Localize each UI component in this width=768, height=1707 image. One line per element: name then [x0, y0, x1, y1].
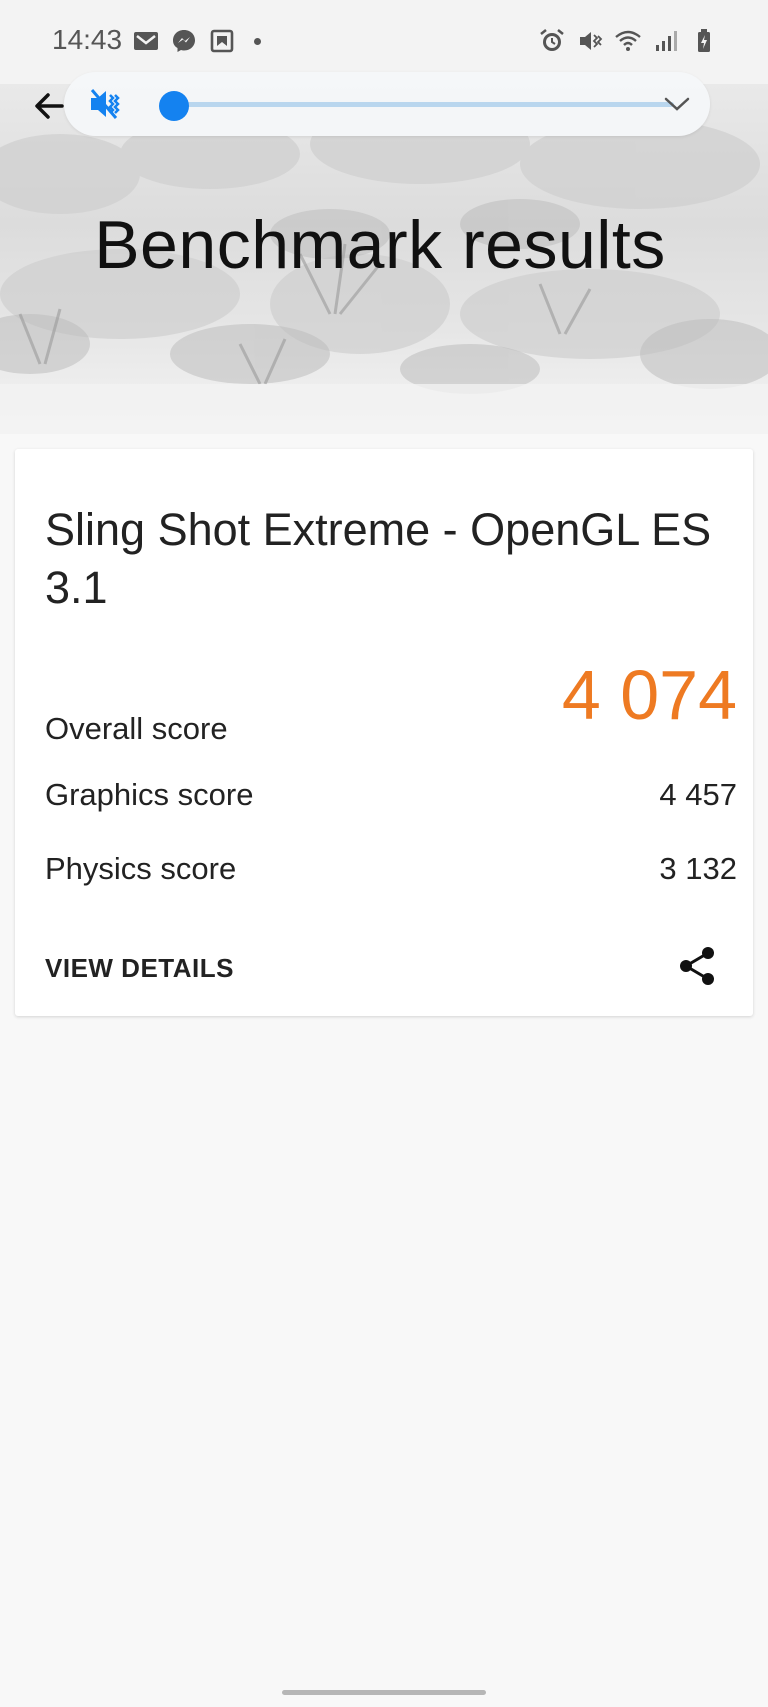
physics-score-value: 3 132 — [659, 851, 737, 886]
wifi-icon — [615, 30, 641, 51]
overall-score-label: Overall score — [45, 711, 228, 746]
messenger-icon — [173, 30, 195, 52]
volume-panel — [64, 72, 710, 136]
volume-slider-track[interactable] — [164, 102, 674, 107]
notification-icons — [132, 27, 261, 55]
graphics-score-value: 4 457 — [659, 777, 737, 812]
view-details-button[interactable]: VIEW DETAILS — [45, 953, 234, 984]
gmail-icon — [134, 32, 158, 50]
mute-vibrate-icon[interactable] — [88, 86, 124, 122]
more-notifications-dot — [254, 37, 261, 45]
result-card: Sling Shot Extreme - OpenGL ES 3.1 Overa… — [15, 449, 753, 1016]
graphics-score-label: Graphics score — [45, 777, 254, 812]
status-time: 14:43 — [52, 24, 123, 55]
overall-score-value: 4 074 — [561, 656, 737, 734]
gesture-nav-handle[interactable] — [282, 1690, 486, 1695]
page-title: Benchmark results — [94, 207, 666, 283]
benchmark-results-screen: 14:43 Benchmark results Sling Shot Extre… — [0, 0, 768, 1707]
vibrate-icon — [580, 32, 603, 50]
system-status-icons — [538, 27, 718, 55]
chevron-down-icon[interactable] — [662, 90, 692, 118]
volume-slider-thumb[interactable] — [159, 91, 190, 121]
signal-icon — [656, 31, 677, 51]
hero-banner: Benchmark results — [0, 84, 768, 434]
physics-score-label: Physics score — [45, 851, 237, 886]
image-app-icon — [210, 29, 234, 53]
benchmark-test-name: Sling Shot Extreme - OpenGL ES 3.1 — [45, 504, 712, 613]
alarm-icon — [540, 29, 564, 51]
battery-charging-icon — [698, 29, 710, 52]
share-icon[interactable] — [677, 945, 717, 987]
